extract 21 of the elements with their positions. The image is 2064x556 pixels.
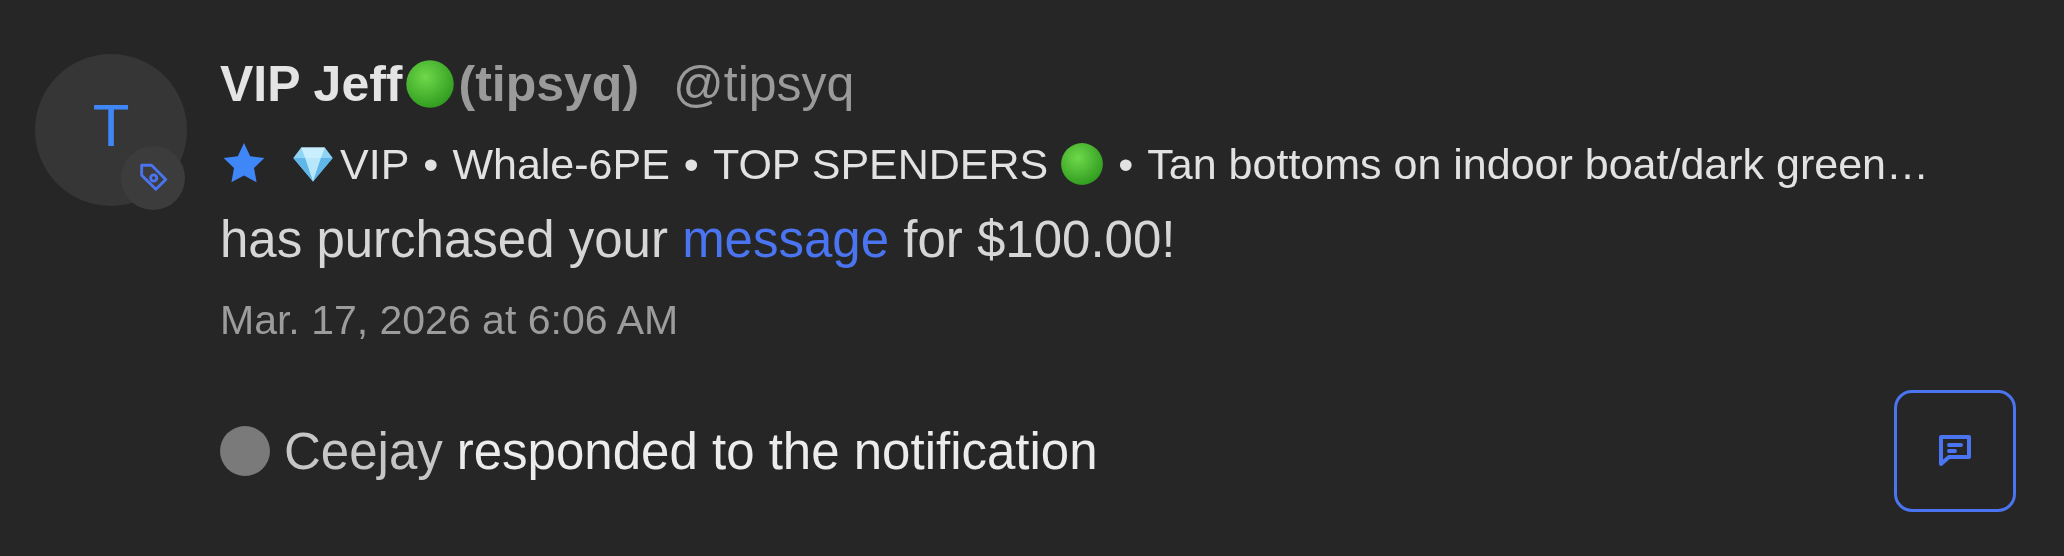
user-handle: @tipsyq [673, 55, 855, 113]
status-dot-icon [404, 59, 455, 109]
response-text: responded to the notification [456, 421, 1098, 481]
status-dot-icon [1060, 142, 1105, 186]
responder-name: Ceejay [284, 421, 443, 481]
tag-separator: • [683, 139, 699, 189]
tag-label: Tan bottoms on indoor boat/dark green… [1147, 139, 1929, 189]
message-link[interactable]: message [682, 211, 890, 268]
responder-avatar [220, 426, 270, 476]
tag-label: Whale-6PE [452, 139, 670, 189]
purchase-message: has purchased your message for $100.00! [220, 210, 1177, 269]
user-display-name: (tipsyq) [458, 55, 640, 113]
tag-label: VIP [340, 139, 410, 189]
notification-date: Mar. 17, 2026 at 6:06 AM [220, 297, 680, 344]
avatar-initial: T [92, 90, 130, 160]
user-name: VIP Jeff [220, 55, 403, 113]
reply-button[interactable] [1894, 390, 2016, 512]
diamond-icon [292, 145, 334, 183]
tag-label: TOP SPENDERS [712, 139, 1049, 189]
tag-separator: • [1118, 139, 1134, 189]
tag-separator: • [423, 139, 439, 189]
